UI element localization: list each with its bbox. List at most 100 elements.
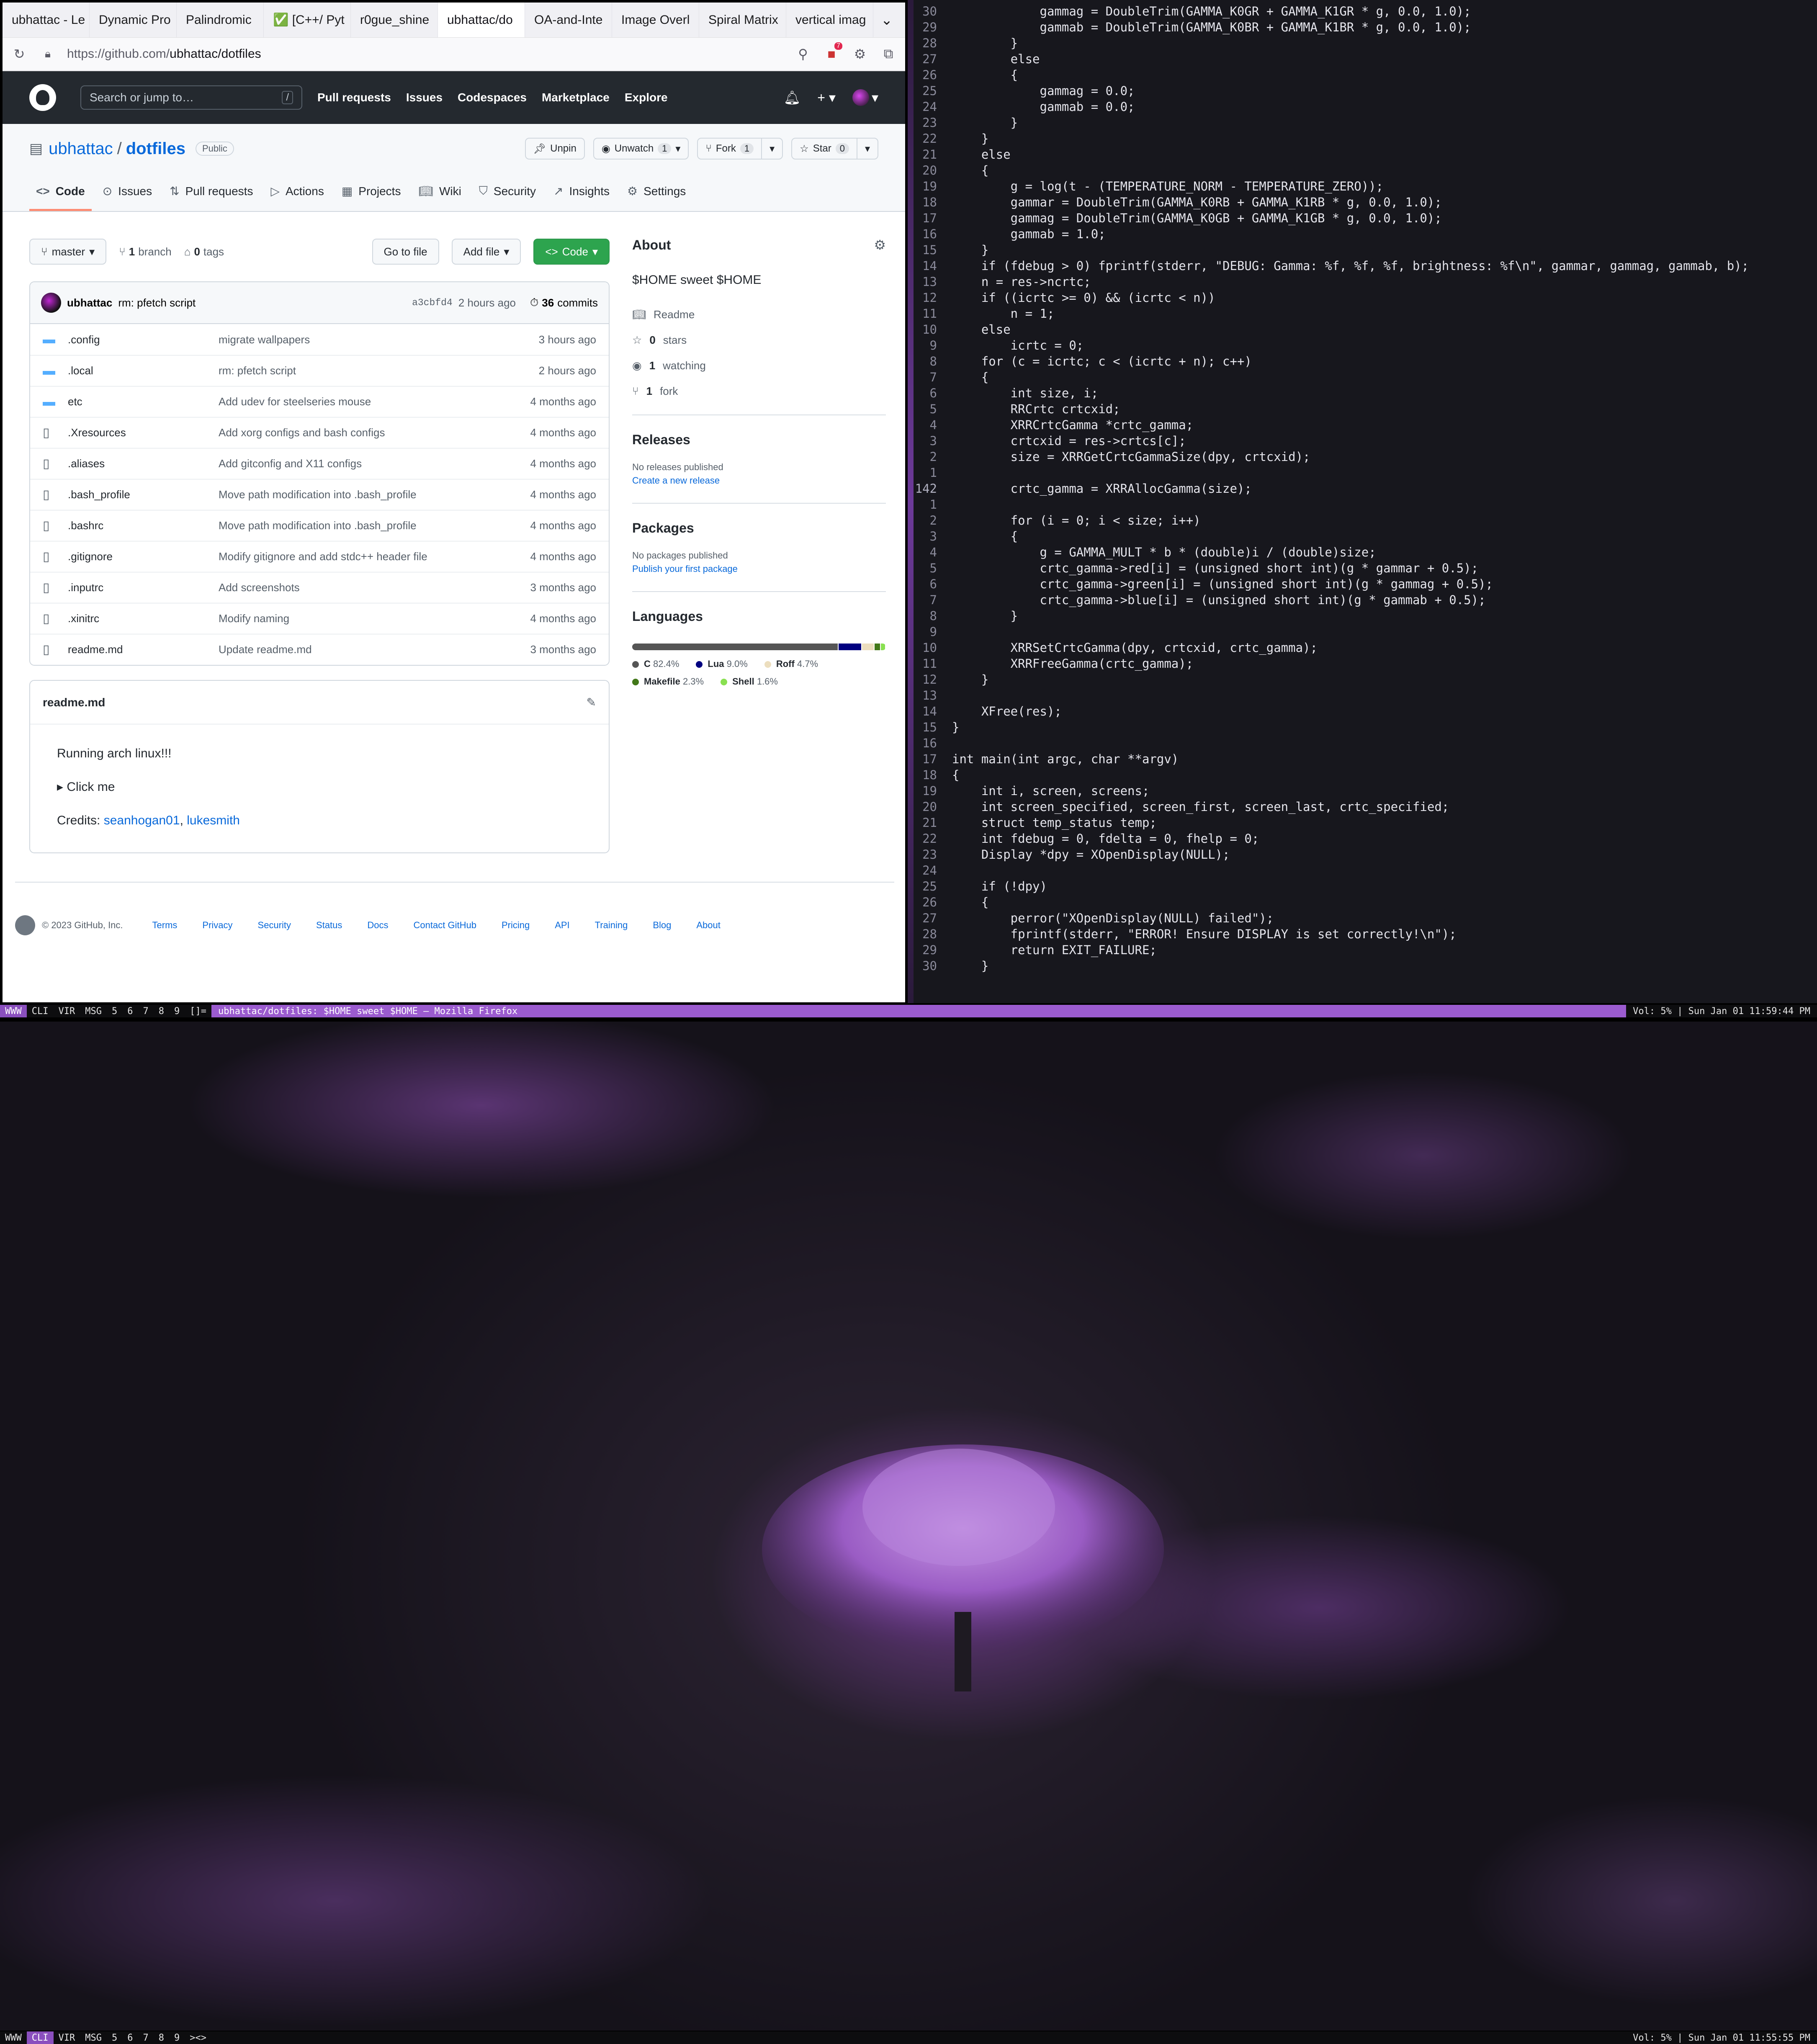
footer-link[interactable]: Docs <box>367 920 388 931</box>
tab-security[interactable]: ⛉ Security <box>472 184 543 211</box>
chevron-down-icon[interactable]: ▾ <box>856 139 878 159</box>
file-name[interactable]: .xinitrc <box>68 612 219 625</box>
code-line[interactable]: 15} <box>908 719 1817 735</box>
file-name[interactable]: .config <box>68 333 219 346</box>
code-line[interactable]: 28 fprintf(stderr, "ERROR! Ensure DISPLA… <box>908 926 1817 942</box>
code-line[interactable]: 19 int i, screen, screens; <box>908 783 1817 799</box>
commits-link[interactable]: ⏱ 36 commits <box>530 296 598 309</box>
browser-tab-active[interactable]: ubhattac/do <box>438 3 525 37</box>
workspace-tag[interactable]: WWW <box>0 1005 27 1017</box>
branch-select-button[interactable]: ⑂ master ▾ <box>29 239 107 265</box>
file-name[interactable]: .gitignore <box>68 550 219 563</box>
nav-pull-requests[interactable]: Pull requests <box>317 91 391 104</box>
nav-codespaces[interactable]: Codespaces <box>458 91 527 104</box>
github-logo-icon[interactable] <box>15 915 35 935</box>
code-line[interactable]: 4 XRRCrtcGamma *crtc_gamma; <box>908 417 1817 433</box>
workspace-tag[interactable]: 5 <box>107 2031 122 2044</box>
table-row[interactable]: ▯ readme.md Update readme.md 3 months ago <box>30 634 609 665</box>
code-line[interactable]: 14 if (fdebug > 0) fprintf(stderr, "DEBU… <box>908 258 1817 274</box>
tags-link[interactable]: ⌂ 0 tags <box>184 245 224 258</box>
workspace-tag[interactable]: MSG <box>80 2031 107 2044</box>
code-line[interactable]: 23 } <box>908 115 1817 131</box>
code-line[interactable]: 14 XFree(res); <box>908 703 1817 719</box>
table-row[interactable]: ▯ .gitignore Modify gitignore and add stdc… <box>30 541 609 572</box>
commit-author[interactable]: ubhattac <box>67 296 112 309</box>
code-line[interactable]: 19 g = log(t - (TEMPERATURE_NORM - TEMPE… <box>908 178 1817 194</box>
footer-link[interactable]: Training <box>595 920 628 931</box>
code-line[interactable]: 22 int fdebug = 0, fdelta = 0, fhelp = 0… <box>908 831 1817 847</box>
workspace-tag[interactable]: VIR <box>54 2031 80 2044</box>
tab-code[interactable]: <> Code <box>29 185 92 211</box>
github-logo-icon[interactable] <box>29 84 56 111</box>
footer-link[interactable]: API <box>555 920 569 931</box>
unwatch-button[interactable]: ◉ Unwatch 1 ▾ <box>593 138 689 160</box>
table-row[interactable]: ▯ .aliases Add gitconfig and X11 configs 4 … <box>30 448 609 479</box>
add-file-button[interactable]: Add file ▾ <box>451 239 521 265</box>
file-commit-message[interactable]: Add udev for steelseries mouse <box>219 395 512 408</box>
table-row[interactable]: ▯ .Xresources Add xorg configs and bash co… <box>30 417 609 448</box>
workspace-tag[interactable]: 9 <box>169 2031 185 2044</box>
publish-package-link[interactable]: Publish your first package <box>632 564 886 574</box>
language-item[interactable]: C 82.4% <box>632 659 679 669</box>
table-row[interactable]: ▬ etc Add udev for steelseries mouse 4 mont… <box>30 386 609 417</box>
go-to-file-button[interactable]: Go to file <box>372 239 439 265</box>
fingerprint-icon[interactable]: ⚲ <box>794 45 812 63</box>
workspace-tag[interactable]: 8 <box>154 2031 169 2044</box>
workspace-tag[interactable]: CLI <box>27 1005 54 1017</box>
file-name[interactable]: .local <box>68 364 219 377</box>
code-line[interactable]: 1 <box>908 465 1817 481</box>
code-line[interactable]: 28 } <box>908 35 1817 51</box>
avatar[interactable] <box>41 293 61 313</box>
code-line[interactable]: 23 Display *dpy = XOpenDisplay(NULL); <box>908 847 1817 862</box>
tab-insights[interactable]: ↗ Insights <box>547 184 616 211</box>
file-name[interactable]: .Xresources <box>68 426 219 439</box>
workspace-tag[interactable]: 6 <box>122 2031 138 2044</box>
table-row[interactable]: ▯ .bashrc Move path modification into .bas… <box>30 510 609 541</box>
footer-link[interactable]: Security <box>258 920 291 931</box>
workspace-tag[interactable]: 5 <box>107 1005 122 1017</box>
footer-link[interactable]: Blog <box>653 920 671 931</box>
browser-tab[interactable]: r0gue_shine <box>351 3 438 37</box>
unpin-button[interactable]: 📌︎ Unpin <box>525 138 585 160</box>
code-line[interactable]: 11 n = 1; <box>908 306 1817 322</box>
readme-title[interactable]: readme.md <box>43 696 105 709</box>
code-line[interactable]: 5 RRCrtc crtcxid; <box>908 401 1817 417</box>
browser-tab[interactable]: OA-and-Inte <box>525 3 612 37</box>
code-line[interactable]: 11 XRRFreeGamma(crtc_gamma); <box>908 656 1817 672</box>
code-line[interactable]: 12 if ((icrtc >= 0) && (icrtc < n)) <box>908 290 1817 306</box>
file-commit-message[interactable]: Move path modification into .bash_profil… <box>219 519 512 532</box>
browser-tab[interactable]: ✅ [C++/ Pyt <box>264 3 351 37</box>
code-line[interactable]: 8 for (c = icrtc; c < (icrtc + n); c++) <box>908 353 1817 369</box>
repo-name-link[interactable]: dotfiles <box>126 139 185 158</box>
language-item[interactable]: Makefile 2.3% <box>632 676 704 687</box>
code-line[interactable]: 16 <box>908 735 1817 751</box>
code-line[interactable]: 1 <box>908 497 1817 512</box>
bell-icon[interactable]: 🔔︎ <box>784 90 801 106</box>
code-line[interactable]: 4 g = GAMMA_MULT * b * (double)i / (doub… <box>908 544 1817 560</box>
code-line[interactable]: 26 { <box>908 67 1817 83</box>
workspace-tag[interactable]: 8 <box>154 1005 169 1017</box>
code-line[interactable]: 142 crtc_gamma = XRRAllocGamma(size); <box>908 481 1817 497</box>
footer-link[interactable]: About <box>696 920 721 931</box>
tab-pull-requests[interactable]: ⇅ Pull requests <box>163 184 260 211</box>
footer-link[interactable]: Pricing <box>502 920 530 931</box>
file-commit-message[interactable]: migrate wallpapers <box>219 333 512 346</box>
tab-actions[interactable]: ▷ Actions <box>264 184 330 211</box>
address-field[interactable]: https://github.com/ubhattac/dotfiles <box>67 47 784 61</box>
nav-issues[interactable]: Issues <box>406 91 443 104</box>
code-line[interactable]: 27 perror("XOpenDisplay(NULL) failed"); <box>908 910 1817 926</box>
code-line[interactable]: 13 n = res->ncrtc; <box>908 274 1817 290</box>
table-row[interactable]: ▬ .local rm: pfetch script 2 hours ago <box>30 355 609 386</box>
code-line[interactable]: 18 { <box>908 767 1817 783</box>
packages-title[interactable]: Packages <box>632 520 886 536</box>
nav-marketplace[interactable]: Marketplace <box>542 91 610 104</box>
avatar-menu[interactable]: ▾ <box>852 89 878 106</box>
workspace-tag[interactable]: WWW <box>0 2031 27 2044</box>
code-line[interactable]: 27 else <box>908 51 1817 67</box>
fork-button[interactable]: ⑂ Fork 1 ▾ <box>697 138 783 160</box>
commit-message[interactable]: rm: pfetch script <box>118 296 196 309</box>
footer-link[interactable]: Status <box>316 920 342 931</box>
code-line[interactable]: 15 } <box>908 242 1817 258</box>
stars-link[interactable]: ☆ 0 stars <box>632 334 886 347</box>
layout-indicator[interactable]: ><> <box>185 2031 211 2044</box>
